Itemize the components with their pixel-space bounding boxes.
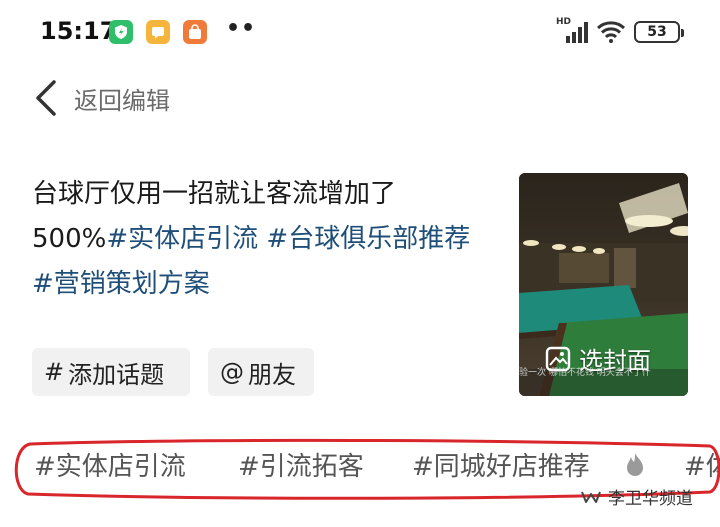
hashtag-icon: # [44,358,65,386]
status-bar: 15:17 •• HD 53 [0,0,720,64]
caption-hashtag[interactable]: #营销策划方案 [32,269,210,299]
watermark-text: 李卫华频道 [608,489,693,509]
signal-icon: HD [556,17,590,45]
shield-icon [109,20,133,44]
wifi-icon [596,21,626,43]
mention-friend-button[interactable]: @ 朋友 [208,348,314,396]
back-label: 返回编辑 [74,86,170,115]
mention-friend-label: 朋友 [248,360,296,389]
cover-thumbnail[interactable]: 选封面 验一次 哪怕不花钱 明天会不了什 [519,173,688,396]
add-topic-button[interactable]: # 添加话题 [32,348,190,396]
add-topic-label: 添加话题 [68,360,165,389]
battery-level: 53 [647,24,667,40]
caption-hashtag[interactable]: #台球俱乐部推荐 [266,224,470,254]
battery-icon: 53 [634,21,684,43]
channel-watermark: 李卫华频道 [580,484,693,509]
cover-subtitle: 验一次 哪怕不花钱 明天会不了什 [519,368,651,378]
post-caption[interactable]: 台球厅仅用一招就让客流增加了500%#实体店引流 #台球俱乐部推荐 #营销策划方… [32,172,482,307]
chevron-left-icon [36,80,56,116]
status-time: 15:17 [40,17,117,45]
back-to-edit-button[interactable]: 返回编辑 [32,78,170,118]
wechat-channel-icon [581,491,601,503]
at-icon: @ [220,358,244,386]
chat-icon [146,20,170,44]
more-notifications-icon: •• [226,16,257,41]
shopping-bag-icon [183,20,207,44]
caption-hashtag[interactable]: #实体店引流 [106,224,258,254]
